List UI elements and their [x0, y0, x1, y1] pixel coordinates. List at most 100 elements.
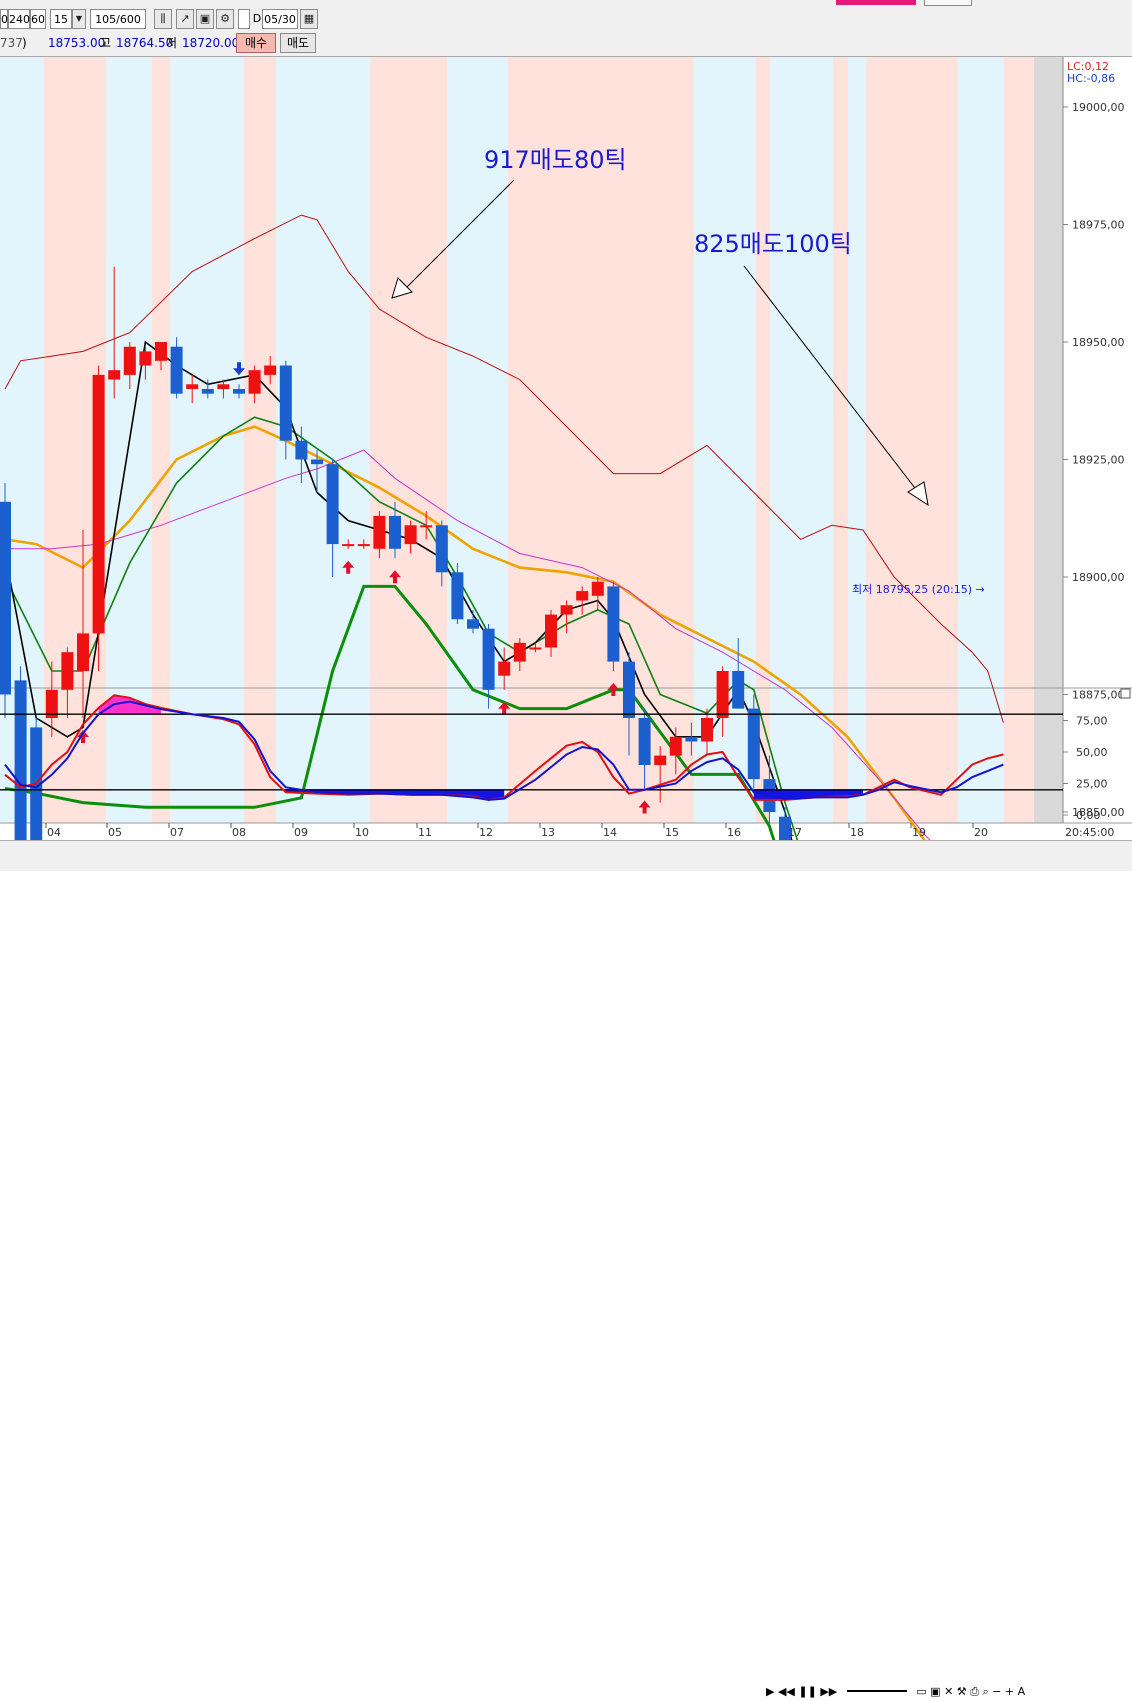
candle-body [513, 642, 526, 662]
x-tick-label: 16 [727, 826, 741, 839]
y-tick-label: 18925,00 [1072, 454, 1125, 467]
y-tick-label: 18875,00 [1072, 689, 1125, 702]
x-tick-label: 13 [541, 826, 555, 839]
candle-body [685, 736, 698, 742]
x-tick-label: 17 [788, 826, 802, 839]
candle-body [170, 346, 183, 394]
x-tick-label: 19 [912, 826, 926, 839]
candle-body [0, 501, 11, 695]
x-tick-label: 09 [294, 826, 308, 839]
x-tick-label: 04 [47, 826, 61, 839]
window-icon[interactable]: ▭ [916, 1685, 926, 1698]
low-price-label: 최저 18795,25 (20:15) → [852, 583, 985, 596]
candle-body [576, 591, 589, 601]
scroll-controls[interactable]: ▶ ◀◀ ❚❚ ▶▶ ▭ ▣ ✕ ⚒ ⎙ ⌕ − + A [766, 1685, 1025, 1701]
zoom-slider[interactable] [846, 1690, 907, 1692]
candle-body [61, 652, 74, 690]
candle-body [498, 661, 511, 676]
candle-body [201, 389, 214, 394]
candle-body [77, 633, 89, 671]
candle-body [357, 544, 370, 547]
hc-label: HC:-0,86 [1067, 72, 1115, 85]
prev-icon[interactable]: ◀◀ [778, 1685, 795, 1698]
candle-body [139, 351, 152, 366]
candle-body [654, 755, 667, 765]
candle-body [545, 614, 557, 648]
candle-body [248, 370, 261, 394]
future-area [1034, 57, 1063, 823]
play-icon[interactable]: ▶ [766, 1685, 774, 1698]
candle-body [373, 515, 386, 549]
price-chart[interactable]: 917매도80틱 825매도100틱최저 18795,25 (20:15) → 1… [0, 0, 1132, 870]
candle-body [217, 384, 230, 389]
candle-body [295, 440, 308, 460]
candle-body [451, 572, 464, 620]
search-icon[interactable]: ⌕ [982, 1685, 988, 1698]
x-tick-label: 11 [418, 826, 432, 839]
candle-body [108, 370, 121, 380]
candle-body [623, 661, 635, 718]
candle-body [326, 464, 339, 545]
candle-body [92, 374, 105, 634]
x-tick-label: 12 [479, 826, 493, 839]
x-tick-label: 18 [850, 826, 864, 839]
font-icon[interactable]: A [1018, 1685, 1026, 1698]
osc-tick-label: 75,00 [1076, 715, 1108, 728]
y-tick-label: 18975,00 [1072, 219, 1125, 232]
session-band [244, 57, 276, 823]
candle-body [264, 365, 277, 375]
candle-body [716, 671, 729, 718]
candle-body [389, 515, 401, 549]
panel-close-icon [1120, 688, 1131, 699]
x-tick-label: 05 [108, 826, 122, 839]
pause-icon[interactable]: ❚❚ [798, 1685, 816, 1698]
y-tick-label: 19000,00 [1072, 101, 1125, 114]
tools-icon[interactable]: ⚒ [957, 1685, 967, 1698]
plus-icon[interactable]: + [1005, 1685, 1014, 1698]
x-tick-label: 20:45:00 [1065, 826, 1114, 839]
print-icon[interactable]: ⎙ [970, 1685, 979, 1698]
osc-tick-label: 25,00 [1076, 778, 1108, 791]
annotation-917-sell: 917매도80틱 [484, 146, 627, 174]
x-tick-label: 08 [232, 826, 246, 839]
candle-body [342, 544, 355, 547]
candle-body [732, 671, 745, 709]
session-band [866, 57, 958, 823]
candle-body [560, 605, 573, 615]
candle-body [669, 736, 682, 756]
candle-body [701, 718, 713, 742]
session-band [1004, 57, 1034, 823]
candle-body [747, 708, 760, 780]
candle-body [482, 628, 495, 690]
candle-body [123, 346, 136, 375]
y-tick-label: 18900,00 [1072, 571, 1125, 584]
candle-body [638, 718, 651, 765]
candle-body [529, 647, 542, 650]
cross-icon[interactable]: ✕ [944, 1685, 953, 1698]
candle-body [435, 525, 448, 573]
candle-body [420, 525, 433, 528]
x-tick-label: 07 [170, 826, 184, 839]
candle-body [467, 619, 479, 629]
annotation-825-sell: 825매도100틱 [694, 230, 852, 258]
session-band [370, 57, 447, 823]
candle-body [186, 384, 199, 389]
osc-tick-label: 50,00 [1076, 746, 1108, 759]
session-band [833, 57, 848, 823]
candle-body [233, 389, 245, 394]
x-tick-label: 14 [603, 826, 617, 839]
y-tick-label: 18950,00 [1072, 336, 1125, 349]
x-tick-label: 10 [355, 826, 369, 839]
layout-icon[interactable]: ▣ [930, 1685, 940, 1698]
candle-body [279, 365, 292, 441]
candle-body [404, 525, 417, 545]
candle-body [591, 581, 604, 596]
minus-icon[interactable]: − [992, 1685, 1001, 1698]
x-tick-label: 15 [665, 826, 679, 839]
bottom-bar: ▶ ◀◀ ❚❚ ▶▶ ▭ ▣ ✕ ⚒ ⎙ ⌕ − + A [0, 840, 1132, 1698]
candle-body [607, 586, 620, 662]
osc-tick-label: 0,00 [1076, 809, 1101, 822]
candle-body [155, 342, 167, 361]
next-icon[interactable]: ▶▶ [820, 1685, 837, 1698]
x-tick-label: 20 [974, 826, 988, 839]
